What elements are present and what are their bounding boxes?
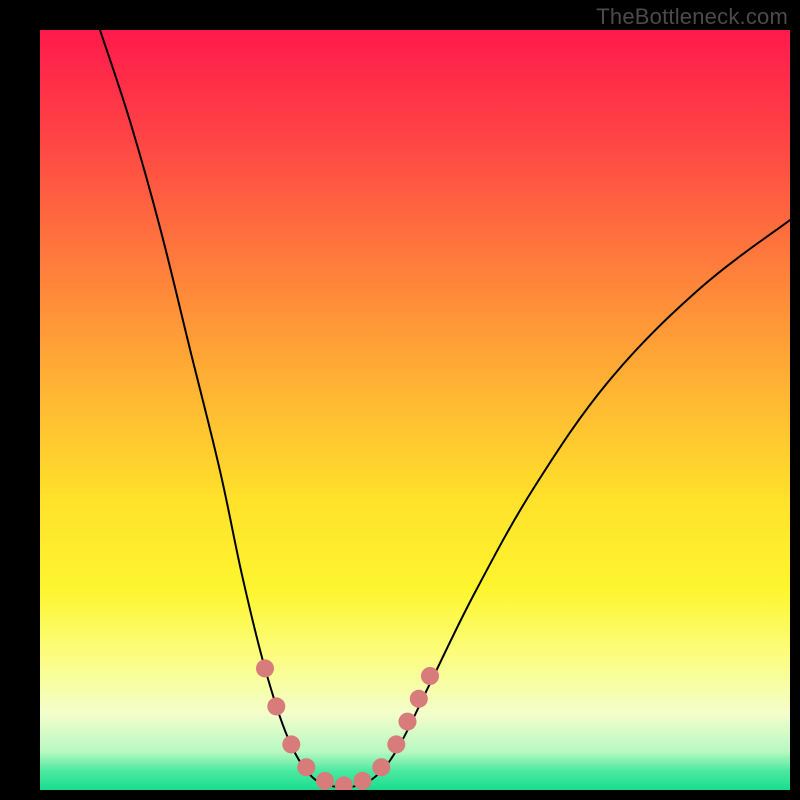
chart-background <box>40 30 790 790</box>
frame: TheBottleneck.com <box>0 0 800 800</box>
highlight-dot <box>297 758 315 776</box>
plot-area <box>40 30 790 790</box>
highlight-dot <box>316 772 334 790</box>
highlight-dot <box>282 735 300 753</box>
chart-svg <box>40 30 790 790</box>
highlight-dot <box>399 713 417 731</box>
watermark-text: TheBottleneck.com <box>596 4 788 30</box>
highlight-dot <box>410 690 428 708</box>
highlight-dot <box>421 667 439 685</box>
highlight-dot <box>354 772 372 790</box>
highlight-dot <box>372 758 390 776</box>
highlight-dot <box>256 659 274 677</box>
highlight-dot <box>387 735 405 753</box>
highlight-dot <box>267 697 285 715</box>
